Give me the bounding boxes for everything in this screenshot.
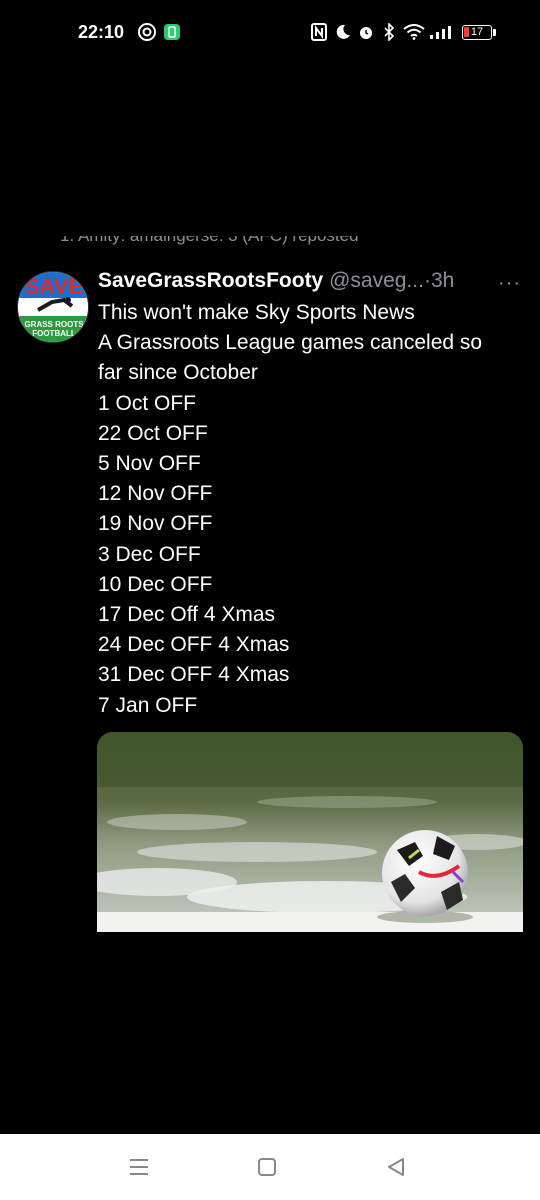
waterlogged-pitch-football-image [97, 732, 523, 932]
navigation-bar [0, 1134, 540, 1200]
battery-tip [493, 29, 496, 36]
tweet-media-image[interactable] [97, 732, 523, 932]
signal-icon [428, 22, 454, 42]
tweet-line: 10 Dec OFF [98, 572, 213, 596]
app-notification-icon [162, 22, 182, 42]
save-grassroots-logo: SAVE GRASS ROOTS FOOTBALL [18, 272, 88, 342]
avatar[interactable]: SAVE GRASS ROOTS FOOTBALL [17, 271, 89, 343]
tweet-line: 7 Jan OFF [98, 693, 198, 717]
nfc-icon [310, 22, 328, 42]
status-time: 22:10 [78, 22, 125, 42]
author-name[interactable]: SaveGrassRootsFooty [98, 269, 323, 292]
battery-level [464, 27, 469, 37]
tweet-line: 17 Dec Off 4 Xmas [98, 603, 276, 627]
author-handle[interactable]: @saveg... [329, 269, 424, 292]
separator-dot: · [423, 269, 431, 292]
svg-text:FOOTBALL: FOOTBALL [32, 329, 76, 338]
tweet-line: This won't make Sky Sports News [98, 301, 415, 324]
tweet-line: far since October [98, 361, 258, 385]
tweet-line: A Grassroots League games canceled so [98, 331, 483, 355]
battery-percent: 17 [470, 26, 484, 38]
tweet-line: 24 Dec OFF 4 Xmas [98, 633, 290, 657]
bluetooth-icon [381, 22, 397, 42]
tweet-line: 3 Dec OFF [98, 542, 201, 566]
status-bar: 22:10 17 [0, 0, 540, 68]
tweet-line: 22 Oct OFF [98, 421, 208, 445]
more-options-icon[interactable]: ··· [498, 272, 521, 295]
tweet-line: 5 Nov OFF [98, 452, 201, 476]
moon-icon [334, 22, 352, 42]
tweet-line: 12 Nov OFF [98, 482, 213, 506]
tweet-text: This won't make Sky Sports News A Grassr… [98, 298, 528, 721]
svg-text:SAVE: SAVE [25, 274, 83, 299]
tweet-line: 19 Nov OFF [98, 512, 213, 536]
wifi-icon [402, 22, 426, 42]
alarm-icon [357, 22, 375, 42]
back-triangle-icon[interactable] [385, 1156, 407, 1178]
at-sign-icon [137, 22, 157, 42]
tweet-line: 31 Dec OFF 4 Xmas [98, 663, 290, 687]
menu-icon[interactable] [128, 1156, 150, 1178]
tweet-header: SaveGrassRootsFooty @saveg...·3h [98, 269, 454, 297]
repost-header[interactable]: 1. Amity: amaingerse: 3 (AFC) reposted [60, 236, 500, 258]
tweet-time[interactable]: 3h [431, 269, 454, 292]
tweet-line: 1 Oct OFF [98, 391, 197, 415]
home-square-icon[interactable] [257, 1157, 277, 1177]
battery-icon: 17 [462, 25, 492, 40]
repost-header-text: 1. Amity: amaingerse: 3 (AFC) reposted [60, 236, 359, 246]
svg-text:GRASS ROOTS: GRASS ROOTS [24, 320, 84, 329]
